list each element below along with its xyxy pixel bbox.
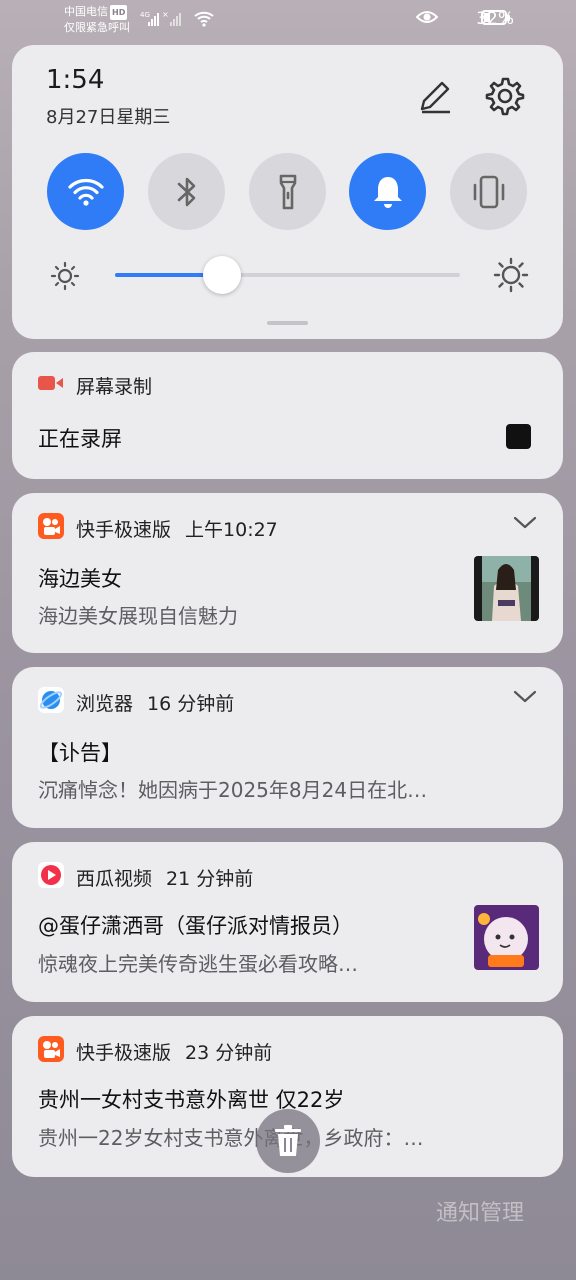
notification-time: 16 分钟前	[147, 693, 235, 715]
notification-time: 23 分钟前	[185, 1042, 273, 1064]
notification-header: 快手极速版 上午10:27	[38, 513, 278, 544]
carrier-status: 仅限紧急呼叫	[64, 21, 130, 34]
settings-gear-icon[interactable]	[485, 76, 525, 120]
sound-toggle[interactable]	[349, 153, 426, 230]
quick-settings-panel: 1:54 8月27日星期三	[12, 45, 563, 339]
notification-subtitle: 沉痛悼念！她因病于2025年8月24日在北…	[38, 778, 428, 802]
app-name: 浏览器	[76, 693, 134, 715]
notification-time: 上午10:27	[185, 519, 278, 541]
notification-title: @蛋仔潇洒哥（蛋仔派对情报员）	[38, 914, 353, 938]
clock-time: 1:54	[46, 65, 105, 95]
network-type: 4G	[140, 11, 150, 19]
signal-icon: 4G ×	[140, 10, 214, 27]
wifi-icon	[67, 178, 104, 206]
notification-kuaishou-1[interactable]: 快手极速版 上午10:27 海边美女 海边美女展现自信魅力	[12, 493, 563, 653]
bluetooth-icon	[177, 177, 195, 206]
notification-time: 21 分钟前	[166, 868, 254, 890]
brightness-high-icon	[493, 257, 529, 297]
screen-record-icon	[38, 374, 64, 397]
xigua-icon	[38, 862, 64, 893]
signal-icons: 4G ×	[140, 8, 220, 34]
vibrate-toggle[interactable]	[450, 153, 527, 230]
expand-chevron-icon[interactable]	[513, 689, 537, 708]
carrier-info: 中国电信 HD 仅限紧急呼叫	[64, 4, 130, 35]
notification-title: 海边美女	[38, 567, 122, 591]
wifi-toggle[interactable]	[47, 153, 124, 230]
clear-all-button[interactable]	[256, 1109, 320, 1173]
battery-fill	[484, 13, 490, 22]
notification-thumbnail	[474, 556, 539, 621]
notification-subtitle: 惊魂夜上完美传奇逃生蛋必看攻略…	[38, 952, 358, 976]
notification-subtitle: 海边美女展现自信魅力	[38, 604, 238, 628]
flashlight-icon	[279, 174, 296, 209]
battery-icon	[481, 10, 510, 25]
eye-comfort-icon	[415, 9, 439, 29]
browser-icon	[38, 687, 64, 718]
trash-icon	[275, 1125, 301, 1156]
kuaishou-icon	[38, 1036, 64, 1067]
app-name: 西瓜视频	[76, 868, 153, 890]
app-name: 快手极速版	[76, 1042, 172, 1064]
notification-header: 快手极速版 23 分钟前	[38, 1036, 272, 1067]
notification-xigua[interactable]: 西瓜视频 21 分钟前 @蛋仔潇洒哥（蛋仔派对情报员） 惊魂夜上完美传奇逃生蛋必…	[12, 842, 563, 1002]
status-bar: 中国电信 HD 仅限紧急呼叫 4G × 32%	[0, 0, 576, 40]
vibrate-icon	[473, 175, 504, 208]
notification-header: 浏览器 16 分钟前	[38, 687, 234, 718]
brightness-slider-thumb[interactable]	[202, 256, 241, 294]
notification-screen-record[interactable]: 屏幕录制 正在录屏	[12, 352, 563, 479]
hd-badge: HD	[110, 5, 128, 20]
brightness-low-icon	[50, 261, 80, 295]
app-name: 快手极速版	[76, 519, 172, 541]
bluetooth-toggle[interactable]	[148, 153, 225, 230]
notification-header: 屏幕录制	[38, 372, 152, 399]
bell-icon	[373, 176, 402, 208]
clock-date: 8月27日星期三	[46, 107, 171, 128]
notification-management-link[interactable]: 通知管理	[436, 1195, 524, 1227]
carrier-name: 中国电信	[64, 5, 108, 18]
kuaishou-icon	[38, 513, 64, 544]
stop-recording-button[interactable]	[506, 424, 531, 449]
app-name: 屏幕录制	[76, 376, 153, 398]
edit-icon[interactable]	[416, 77, 454, 119]
flashlight-toggle[interactable]	[249, 153, 326, 230]
notification-browser[interactable]: 浏览器 16 分钟前 【讣告】 沉痛悼念！她因病于2025年8月24日在北…	[12, 667, 563, 828]
panel-drag-handle[interactable]	[267, 321, 308, 325]
notification-thumbnail	[474, 905, 539, 970]
expand-chevron-icon[interactable]	[513, 515, 537, 534]
notification-header: 西瓜视频 21 分钟前	[38, 862, 253, 893]
notification-title: 贵州一女村支书意外离世 仅22岁	[38, 1088, 345, 1112]
svg-text:×: ×	[162, 10, 169, 19]
notification-title: 【讣告】	[38, 741, 122, 765]
notification-title: 正在录屏	[38, 427, 122, 451]
brightness-slider[interactable]	[115, 256, 460, 294]
